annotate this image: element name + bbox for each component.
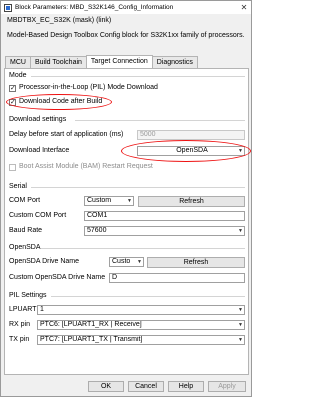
help-button[interactable]: Help (168, 381, 204, 392)
download-divider (75, 120, 245, 121)
title-bar: Block Parameters: MBD_S32K146_Config_Inf… (1, 1, 251, 14)
lpuart-value: 1 (40, 306, 44, 313)
pil-group-title: PIL Settings (9, 292, 47, 299)
pil-checkbox[interactable] (9, 85, 16, 92)
mode-divider (31, 76, 245, 77)
block-description: Model-Based Design Toolbox Config block … (7, 30, 247, 41)
opensda-group-title: OpenSDA (9, 244, 41, 251)
pil-label: Processor-in-the-Loop (PIL) Mode Downloa… (19, 84, 158, 91)
tx-pin-label: TX pin (9, 336, 30, 343)
mask-line: MBDTBX_EC_S32K (mask) (link) (7, 17, 112, 24)
tx-pin-value: PTC7: [LPUART1_TX | Transmit] (40, 336, 143, 343)
opensda-divider (41, 248, 245, 249)
com-refresh-button[interactable]: Refresh (138, 196, 245, 207)
delay-label: Delay before start of application (ms) (9, 131, 124, 138)
custom-drive-field[interactable]: D (109, 273, 245, 283)
com-port-select[interactable]: Custom ▼ (84, 196, 134, 206)
com-port-label: COM Port (9, 197, 41, 204)
pil-divider (51, 296, 245, 297)
opensda-drive-label: OpenSDA Drive Name (9, 258, 80, 265)
chevron-down-icon: ▼ (238, 322, 243, 328)
tab-mcu[interactable]: MCU (5, 56, 31, 68)
bam-checkbox[interactable] (9, 164, 16, 171)
window-title: Block Parameters: MBD_S32K146_Config_Inf… (15, 4, 174, 11)
serial-group-title: Serial (9, 183, 27, 190)
rx-pin-select[interactable]: PTC6: [LPUART1_RX | Receive] ▼ (37, 320, 245, 330)
com-port-value: Custom (87, 197, 112, 204)
serial-divider (31, 187, 245, 188)
block-icon (4, 3, 12, 12)
block-description-text: Model-Based Design Toolbox Config block … (7, 32, 245, 39)
baud-rate-label: Baud Rate (9, 227, 43, 234)
highlight-download-after-build (6, 94, 112, 110)
download-group-title: Download settings (9, 116, 67, 123)
apply-button[interactable]: Apply (208, 381, 246, 392)
ok-button[interactable]: OK (88, 381, 124, 392)
opensda-refresh-button[interactable]: Refresh (147, 257, 245, 268)
chevron-down-icon: ▼ (127, 198, 132, 204)
tx-pin-select[interactable]: PTC7: [LPUART1_TX | Transmit] ▼ (37, 335, 245, 345)
opensda-drive-value: Custo (112, 258, 131, 265)
download-interface-label: Download Interface (9, 147, 70, 154)
baud-rate-select[interactable]: 57600 ▼ (84, 226, 245, 236)
chevron-down-icon: ▼ (238, 337, 243, 343)
target-connection-panel: Mode Processor-in-the-Loop (PIL) Mode Do… (4, 68, 251, 375)
delay-field[interactable]: 5000 (137, 130, 245, 140)
tab-target-connection[interactable]: Target Connection (85, 55, 153, 68)
rx-pin-label: RX pin (9, 321, 31, 328)
rx-pin-value: PTC6: [LPUART1_RX | Receive] (40, 321, 142, 328)
chevron-down-icon: ▼ (137, 259, 142, 265)
close-icon[interactable]: ✕ (237, 3, 251, 12)
lpuart-label: LPUART (9, 306, 37, 313)
opensda-drive-select[interactable]: Custo ▼ (109, 257, 144, 267)
custom-drive-label: Custom OpenSDA Drive Name (9, 274, 106, 281)
tab-diagnostics[interactable]: Diagnostics (151, 56, 198, 68)
cancel-button[interactable]: Cancel (128, 381, 164, 392)
custom-com-label: Custom COM Port (9, 212, 67, 219)
highlight-download-interface (121, 140, 251, 162)
custom-com-field[interactable]: COM1 (84, 211, 245, 221)
baud-rate-value: 57600 (87, 227, 107, 234)
tab-build-toolchain[interactable]: Build Toolchain (29, 56, 87, 68)
tab-bar: MCU Build Toolchain Target Connection Di… (5, 55, 198, 68)
chevron-down-icon: ▼ (238, 228, 243, 234)
lpuart-select[interactable]: 1 ▼ (37, 305, 245, 315)
mode-group-title: Mode (9, 72, 27, 79)
dialog-button-bar: OK Cancel Help Apply (1, 381, 251, 395)
bam-label: Boot Assist Module (BAM) Restart Request (19, 163, 153, 170)
block-parameters-dialog: Block Parameters: MBD_S32K146_Config_Inf… (0, 0, 252, 397)
chevron-down-icon: ▼ (238, 307, 243, 313)
